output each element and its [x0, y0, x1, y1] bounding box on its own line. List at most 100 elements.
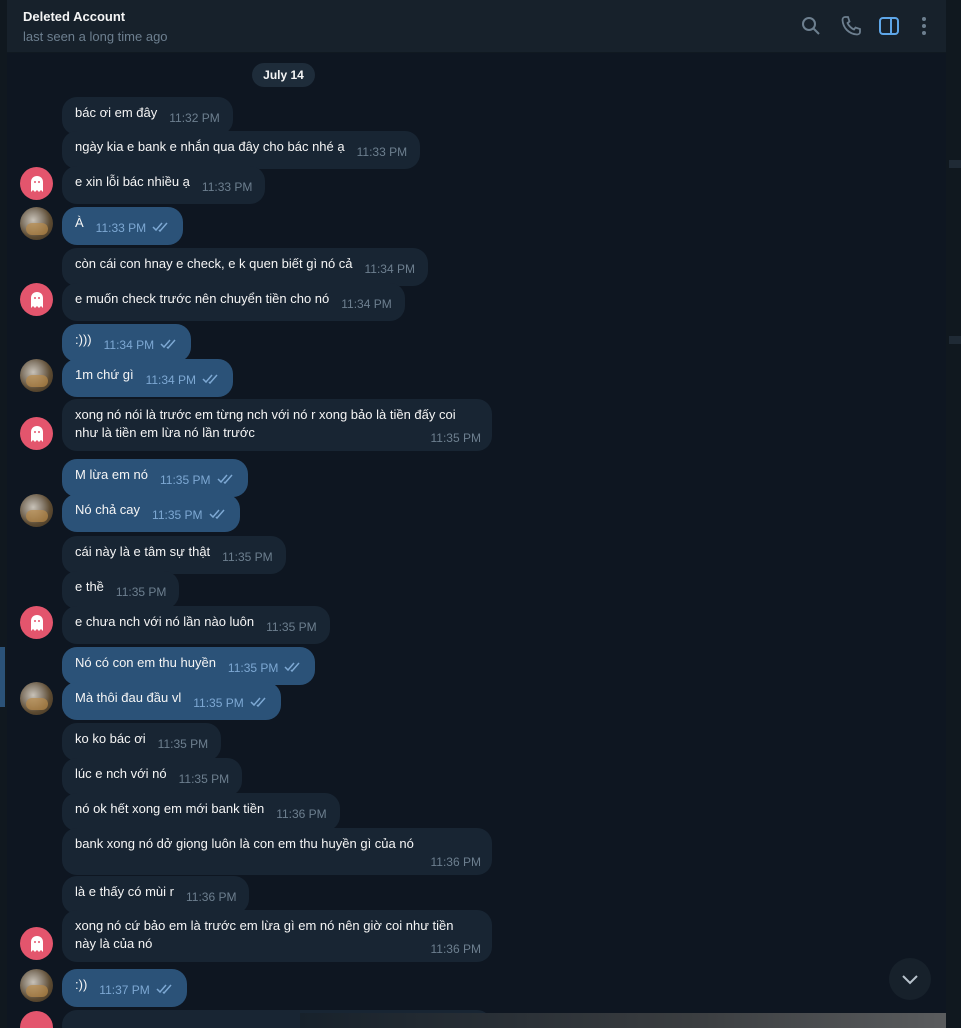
- message-bubble[interactable]: Nó chả cay 11:35 PM: [62, 494, 240, 532]
- message-time: 11:34 PM: [364, 262, 415, 276]
- ghost-avatar[interactable]: [20, 1011, 53, 1028]
- message-bubble[interactable]: nó ok hết xong em mới bank tiền 11:36 PM: [62, 793, 340, 831]
- read-checkmarks-icon: [284, 662, 300, 672]
- message-time: 11:32 PM: [169, 111, 220, 125]
- message-bubble[interactable]: M lừa em nó 11:35 PM: [62, 459, 248, 497]
- message-time: 11:34 PM: [341, 297, 392, 311]
- read-checkmarks-icon: [152, 222, 168, 232]
- ghost-avatar[interactable]: [20, 167, 53, 200]
- read-checkmarks-icon: [209, 509, 225, 519]
- message-text: 1m chứ gì: [75, 367, 134, 382]
- message-bubble[interactable]: bác ơi em đây 11:32 PM: [62, 97, 233, 135]
- message-bubble[interactable]: e chưa nch với nó lần nào luôn 11:35 PM: [62, 606, 330, 644]
- read-checkmarks-icon: [156, 984, 172, 994]
- message-time: 11:36 PM: [430, 942, 481, 956]
- message-text: cái này là e tâm sự thật: [75, 544, 211, 559]
- left-edge: [0, 0, 7, 1028]
- message-text: là e thấy có mùi r: [75, 884, 174, 899]
- message-time: 11:35 PM: [160, 471, 234, 489]
- message-text: Nó chả cay: [75, 502, 141, 517]
- message-time: 11:34 PM: [104, 336, 178, 354]
- message-text: ngày kia e bank e nhắn qua đây cho bác n…: [75, 139, 345, 154]
- message-time: 11:36 PM: [276, 807, 327, 821]
- message-time: 11:35 PM: [193, 694, 267, 712]
- message-time: 11:36 PM: [186, 890, 237, 904]
- right-edge: [946, 0, 961, 1028]
- message-bubble[interactable]: e xin lỗi bác nhiều ạ 11:33 PM: [62, 166, 266, 204]
- message-bubble[interactable]: À 11:33 PM: [62, 207, 184, 245]
- message-text: bank xong nó dở giọng luôn là con em thu…: [75, 836, 414, 851]
- message-time: 11:35 PM: [222, 550, 273, 564]
- read-checkmarks-icon: [216, 474, 233, 484]
- message-bubble[interactable]: lúc e nch với nó 11:35 PM: [62, 758, 243, 796]
- message-bubble[interactable]: 1m chứ gì 11:34 PM: [62, 359, 234, 397]
- message-text: xong nó nói là trước em từng nch với nó …: [75, 407, 456, 440]
- message-time: 11:33 PM: [96, 219, 170, 237]
- chat-status: last seen a long time ago: [23, 29, 168, 44]
- message-bubble[interactable]: :))) 11:34 PM: [62, 324, 192, 362]
- message-text: :))): [75, 332, 92, 347]
- message-bubble[interactable]: cái này là e tâm sự thật 11:35 PM: [62, 536, 286, 574]
- user-avatar[interactable]: [20, 359, 53, 392]
- phone-icon[interactable]: [839, 14, 863, 38]
- message-text: Mà thôi đau đầu vl: [75, 690, 182, 705]
- ghost-avatar[interactable]: [20, 417, 53, 450]
- message-bubble[interactable]: còn cái con hnay e check, e k quen biết …: [62, 248, 428, 286]
- message-bubble[interactable]: xong nó nói là trước em từng nch với nó …: [62, 399, 492, 451]
- ghost-avatar[interactable]: [20, 283, 53, 316]
- edge-marker: [949, 160, 961, 168]
- message-text: À: [75, 215, 84, 230]
- message-bubble[interactable]: :)) 11:37 PM: [62, 969, 187, 1007]
- user-avatar[interactable]: [20, 682, 53, 715]
- sidebar-toggle-icon[interactable]: [877, 14, 901, 38]
- message-time: 11:35 PM: [115, 585, 167, 599]
- chat-header: Deleted Account last seen a long time ag…: [7, 0, 946, 53]
- scroll-down-button[interactable]: [889, 958, 931, 1000]
- bottom-bar: [300, 1013, 946, 1028]
- message-text: M lừa em nó: [75, 467, 149, 482]
- message-time: 11:33 PM: [201, 180, 253, 194]
- chat-title[interactable]: Deleted Account: [23, 9, 125, 24]
- message-text: :)): [75, 977, 88, 992]
- ghost-avatar[interactable]: [20, 927, 53, 960]
- message-text: e muốn check trước nên chuyển tiền cho n…: [75, 291, 330, 306]
- read-checkmarks-icon: [202, 374, 218, 384]
- message-bubble[interactable]: Mà thôi đau đầu vl 11:35 PM: [62, 682, 281, 720]
- message-text: e thề: [75, 579, 104, 594]
- user-avatar[interactable]: [20, 494, 53, 527]
- message-bubble[interactable]: Nó có con em thu huyền 11:35 PM: [62, 647, 316, 685]
- user-avatar[interactable]: [20, 207, 53, 240]
- message-text: bác ơi em đây: [75, 105, 158, 120]
- message-text: ko ko bác ơi: [75, 731, 146, 746]
- more-vertical-icon[interactable]: [912, 14, 936, 38]
- message-text: Nó có con em thu huyền: [75, 655, 216, 670]
- read-checkmarks-icon: [250, 697, 266, 707]
- message-time: 11:35 PM: [228, 659, 302, 677]
- message-bubble[interactable]: bank xong nó dở giọng luôn là con em thu…: [62, 828, 492, 875]
- message-text: e xin lỗi bác nhiều ạ: [75, 174, 190, 189]
- edge-marker: [949, 336, 961, 344]
- read-checkmarks-icon: [160, 339, 176, 349]
- message-time: 11:33 PM: [356, 145, 408, 159]
- message-bubble[interactable]: ko ko bác ơi 11:35 PM: [62, 723, 222, 761]
- message-time: 11:34 PM: [146, 371, 220, 389]
- active-chat-marker: [0, 647, 5, 707]
- message-time: 11:35 PM: [430, 431, 481, 445]
- search-icon[interactable]: [799, 14, 823, 38]
- message-text: còn cái con hnay e check, e k quen biết …: [75, 256, 353, 271]
- message-list[interactable]: July 14 bác ơi em đây 11:32 PM ngày kia e…: [7, 53, 946, 1028]
- message-bubble[interactable]: e muốn check trước nên chuyển tiền cho n…: [62, 283, 405, 321]
- message-time: 11:37 PM: [99, 981, 173, 999]
- message-bubble[interactable]: e thề 11:35 PM: [62, 571, 180, 609]
- ghost-avatar[interactable]: [20, 606, 53, 639]
- message-time: 11:36 PM: [430, 855, 481, 869]
- message-time: 11:35 PM: [152, 506, 226, 524]
- chevron-down-icon: [902, 975, 918, 985]
- message-bubble[interactable]: xong nó cứ bảo em là trước em lừa gì em …: [62, 910, 492, 962]
- message-text: e chưa nch với nó lần nào luôn: [75, 614, 255, 629]
- user-avatar[interactable]: [20, 969, 53, 1002]
- message-text: xong nó cứ bảo em là trước em lừa gì em …: [75, 918, 454, 951]
- message-bubble[interactable]: là e thấy có mùi r 11:36 PM: [62, 876, 250, 914]
- message-time: 11:35 PM: [266, 620, 317, 634]
- message-bubble[interactable]: ngày kia e bank e nhắn qua đây cho bác n…: [62, 131, 421, 169]
